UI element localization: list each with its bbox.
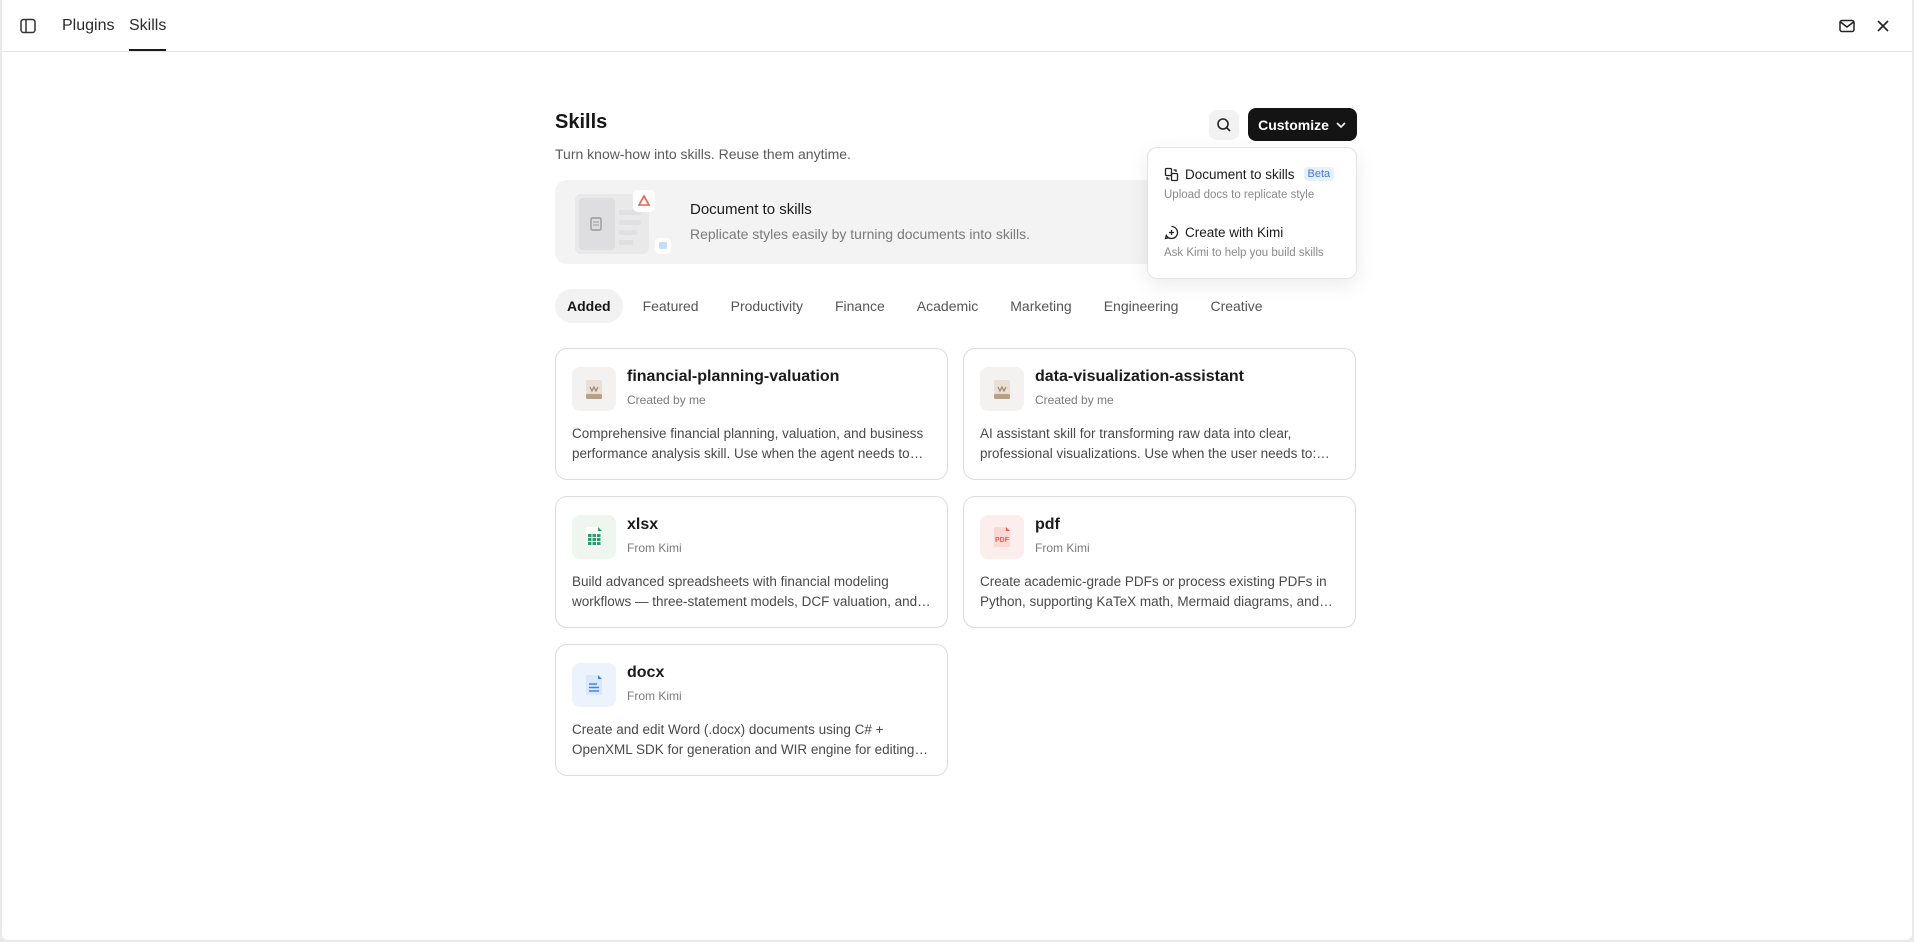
document-convert-icon [1164,167,1179,181]
card-description: Create and edit Word (.docx) documents u… [572,722,915,757]
chevron-down-icon [1336,121,1346,128]
skill-card[interactable]: xlsx From Kimi Build advanced spreadshee… [555,496,948,628]
tab-skills[interactable]: Skills [129,16,167,51]
tab-productivity[interactable]: Productivity [719,289,815,323]
skills-window: Plugins Skills Skills Turn know-how into… [2,0,1912,940]
pdf-icon: PDF [980,515,1024,559]
menu-item-document-to-skills[interactable]: Document to skills Beta Upload docs to r… [1164,164,1344,201]
close-icon[interactable] [1872,15,1894,37]
search-icon [1217,118,1231,132]
card-title: docx [627,664,665,681]
menu-item-description: Upload docs to replicate style [1164,189,1315,201]
skill-card[interactable]: docx From Kimi Create and edit Word (.do… [555,644,948,776]
top-bar: Plugins Skills [2,0,1912,52]
page-subtitle: Turn know-how into skills. Reuse them an… [555,146,851,162]
tab-engineering[interactable]: Engineering [1092,289,1191,323]
tab-featured[interactable]: Featured [631,289,711,323]
skill-card[interactable]: financial-planning-valuation Created by … [555,348,948,480]
card-title: pdf [1035,516,1060,533]
skill-card[interactable]: PDF pdf From Kimi Create academic-grade … [963,496,1356,628]
menu-item-label: Document to skills [1185,166,1295,182]
scroll-icon [572,367,616,411]
customize-label: Customize [1258,116,1329,133]
word-doc-icon [572,663,616,707]
card-source: Created by me [627,393,706,407]
card-description: Create academic-grade PDFs or process ex… [980,574,1327,609]
menu-item-label: Create with Kimi [1185,224,1284,240]
document-illustration-icon [573,188,673,260]
card-source: From Kimi [1035,541,1090,555]
mail-icon[interactable] [1836,15,1858,37]
spreadsheet-icon [572,515,616,559]
card-title: data-visualization-assistant [1035,368,1244,385]
banner-title: Document to skills [690,201,812,218]
customize-dropdown: Document to skills Beta Upload docs to r… [1147,147,1357,279]
card-description: Comprehensive financial planning, valuat… [572,426,924,461]
card-source: From Kimi [627,689,682,703]
beta-badge: Beta [1303,167,1335,181]
skill-card[interactable]: data-visualization-assistant Created by … [963,348,1356,480]
search-button[interactable] [1209,110,1239,140]
tab-added[interactable]: Added [555,289,623,323]
tab-finance[interactable]: Finance [823,289,897,323]
sidebar-toggle-icon[interactable] [17,15,39,37]
tab-marketing[interactable]: Marketing [998,289,1083,323]
kimi-chat-icon [1164,225,1179,239]
scroll-icon [980,367,1024,411]
card-source: Created by me [1035,393,1114,407]
tab-academic[interactable]: Academic [905,289,990,323]
card-title: xlsx [627,516,659,533]
tab-creative[interactable]: Creative [1198,289,1274,323]
banner-description: Replicate styles easily by turning docum… [690,226,1031,242]
page-title: Skills [555,111,608,133]
pdf-icon-label: PDF [995,537,1010,544]
card-title: financial-planning-valuation [627,368,840,385]
card-description: Build advanced spreadsheets with financi… [572,574,918,609]
tab-plugins[interactable]: Plugins [62,16,114,36]
customize-button[interactable]: Customize [1248,108,1357,141]
menu-item-description: Ask Kimi to help you build skills [1164,247,1324,259]
card-description: AI assistant skill for transforming raw … [980,426,1317,461]
category-tabs: Added Featured Productivity Finance Acad… [555,289,1283,323]
card-source: From Kimi [627,541,682,555]
menu-item-create-with-kimi[interactable]: Create with Kimi Ask Kimi to help you bu… [1164,222,1344,260]
